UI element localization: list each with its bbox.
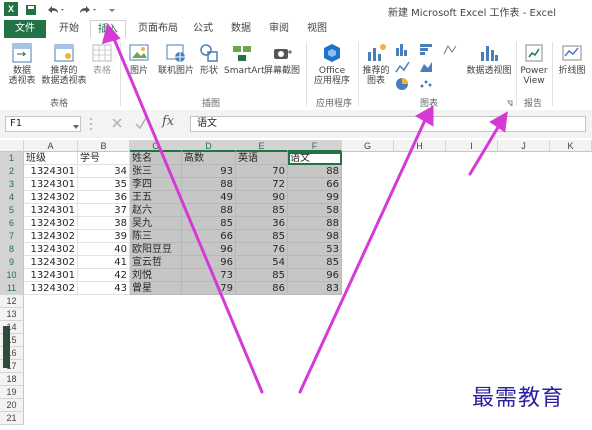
watermark: 最需教育 xyxy=(472,386,565,411)
arrow-head-icon xyxy=(414,105,434,127)
arrow-head-icon xyxy=(101,22,121,45)
edge-artifact xyxy=(3,326,10,368)
arrow-to-dialog-launcher xyxy=(468,122,502,176)
annotation-arrows xyxy=(101,22,508,394)
arrow-to-charts-group xyxy=(298,116,428,394)
arrow-head-icon xyxy=(489,111,508,133)
arrow-to-insert-tab xyxy=(110,32,264,394)
